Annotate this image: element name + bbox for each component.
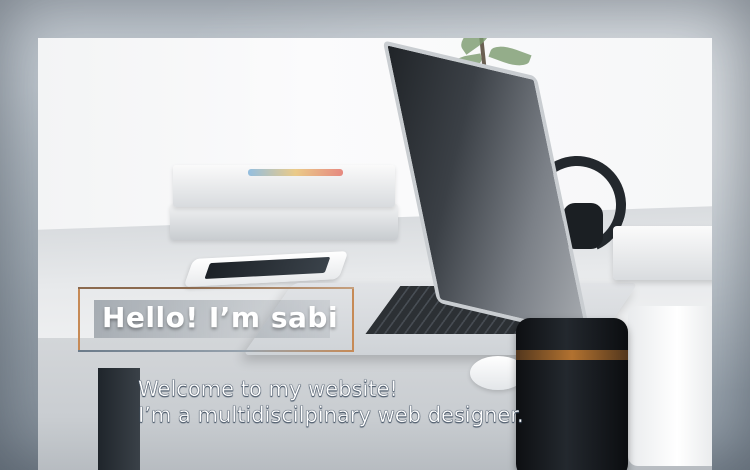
hero-subtitle-line-2: I’m a multidiscilpinary web designer. xyxy=(138,403,524,427)
smartphone-screen xyxy=(204,256,331,280)
title-frame-bottom-line xyxy=(78,350,354,352)
camera-lens xyxy=(516,318,628,470)
camera-lens-ring xyxy=(516,350,628,360)
hero-subtitle-line-1: Welcome to my website! xyxy=(138,377,398,401)
hero-subtitle: Welcome to my website! I’m a multidiscil… xyxy=(138,376,524,428)
hero-title: Hello! I’m sabi xyxy=(102,301,339,334)
book xyxy=(170,204,398,240)
book-cover-art xyxy=(248,169,343,176)
white-box xyxy=(613,226,712,280)
white-cup xyxy=(628,306,712,466)
table-leg xyxy=(98,368,140,470)
title-frame-top-line xyxy=(78,287,354,289)
